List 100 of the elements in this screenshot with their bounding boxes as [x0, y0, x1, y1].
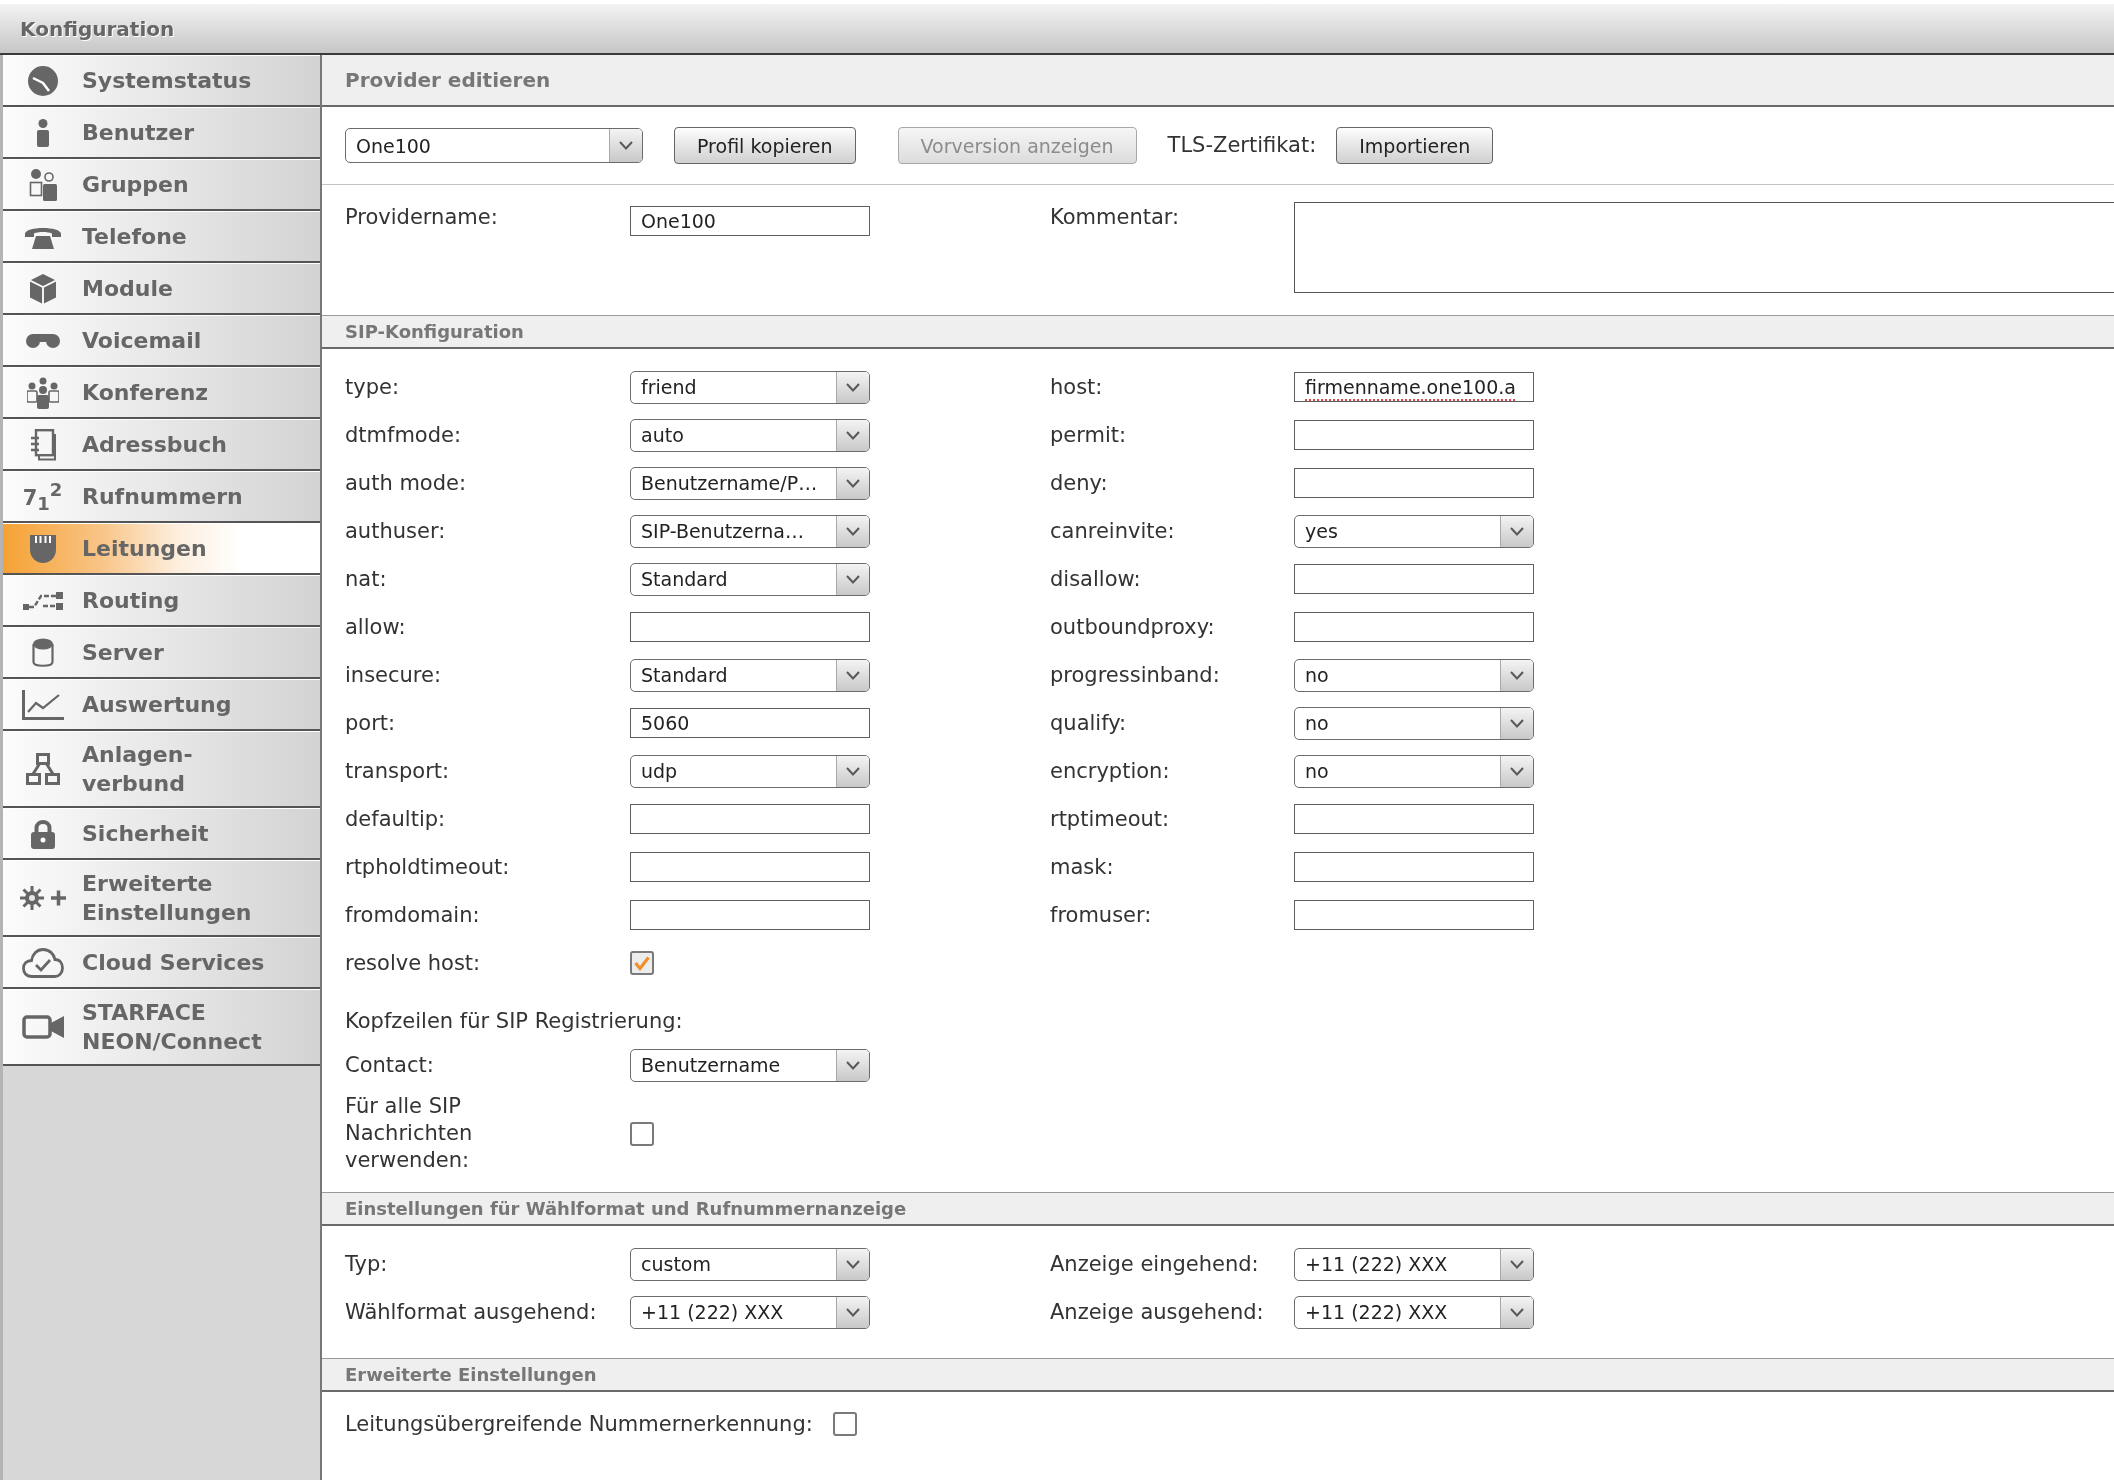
input-field[interactable]: [1294, 900, 1534, 930]
subheading: Kopfzeilen für SIP Registrierung:: [345, 1008, 684, 1035]
input-field[interactable]: [630, 612, 870, 642]
field-label: progressinband:: [1050, 661, 1220, 689]
person-icon: [35, 118, 50, 147]
input-field[interactable]: [1294, 804, 1534, 834]
field-label: Anzeige eingehend:: [1050, 1250, 1259, 1278]
field-label: TLS-Zertifikat:: [1167, 132, 1317, 159]
sidebar-item[interactable]: Adressbuch: [3, 419, 320, 471]
dropdown[interactable]: auto: [630, 418, 870, 452]
sidebar-item[interactable]: Auswertung: [3, 679, 320, 731]
network-tree-icon: [25, 753, 60, 785]
comment-field[interactable]: [1294, 202, 2114, 293]
sidebar-item[interactable]: Leitungen: [3, 523, 320, 575]
dropdown[interactable]: Benutzername: [630, 1048, 870, 1082]
field-label: auth mode:: [345, 469, 467, 497]
checkbox[interactable]: [832, 1412, 857, 1436]
field-label: Für alle SIP Nachrichten verwenden:: [345, 1093, 474, 1174]
input-field[interactable]: One100: [630, 206, 870, 236]
dropdown[interactable]: Standard: [630, 562, 870, 596]
field-label: insecure:: [345, 661, 442, 689]
sidebar-item[interactable]: Server: [3, 627, 320, 679]
field-label: defaultip:: [345, 805, 446, 833]
dropdown[interactable]: +11 (222) XXX: [630, 1295, 870, 1329]
chevron-down-icon: [846, 670, 860, 680]
field-label: Leitungsübergreifende Nummernerkennung:: [345, 1410, 813, 1438]
dropdown[interactable]: no: [1294, 706, 1534, 740]
field-label: permit:: [1050, 421, 1127, 449]
sidebar-item[interactable]: Systemstatus: [3, 55, 320, 107]
dropdown[interactable]: Standard: [630, 658, 870, 692]
toolbar-button[interactable]: Importieren: [1336, 127, 1494, 164]
input-field[interactable]: [1294, 564, 1534, 594]
checkbox[interactable]: [630, 1121, 654, 1146]
dropdown[interactable]: Benutzername/P…: [630, 466, 870, 500]
sidebar-item[interactable]: STARFACE NEON/Connect: [3, 989, 320, 1066]
chevron-down-icon: [846, 766, 860, 776]
line-chart-icon: [21, 689, 64, 720]
field-label: Wählformat ausgehend:: [345, 1298, 597, 1326]
cloud-check-icon: [21, 947, 64, 978]
dropdown[interactable]: custom: [630, 1247, 870, 1281]
field-label: encryption:: [1050, 757, 1170, 785]
field-label: canreinvite:: [1050, 517, 1175, 545]
field-label: outboundproxy:: [1050, 613, 1215, 641]
sidebar-item[interactable]: Telefone: [3, 211, 320, 263]
chevron-down-icon: [846, 574, 860, 584]
sidebar-item[interactable]: Benutzer: [3, 107, 320, 159]
dropdown[interactable]: One100: [345, 128, 643, 163]
field-label: type:: [345, 373, 399, 401]
chevron-down-icon: [846, 430, 860, 440]
dropdown[interactable]: no: [1294, 658, 1534, 692]
gear-plus-icon: [18, 884, 67, 912]
sidebar-item[interactable]: Routing: [3, 575, 320, 627]
input-field[interactable]: [630, 804, 870, 834]
input-field[interactable]: [630, 852, 870, 882]
dropdown[interactable]: friend: [630, 370, 870, 404]
lock-icon: [29, 818, 56, 849]
sidebar-item[interactable]: Sicherheit: [3, 808, 320, 860]
chevron-down-icon: [846, 526, 860, 536]
field-label: rtptimeout:: [1050, 805, 1170, 833]
chevron-down-icon: [619, 141, 633, 150]
dropdown[interactable]: +11 (222) XXX: [1294, 1247, 1534, 1281]
toolbar-button[interactable]: Profil kopieren: [674, 127, 856, 164]
input-field[interactable]: [1294, 420, 1534, 450]
checkmark-icon: [634, 955, 650, 971]
sidebar-item[interactable]: Module: [3, 263, 320, 315]
field-label: authuser:: [345, 517, 446, 545]
sidebar-item[interactable]: Cloud Services: [3, 937, 320, 989]
sidebar-item[interactable]: Voicemail: [3, 315, 320, 367]
input-field[interactable]: 5060: [630, 708, 870, 738]
field-label: nat:: [345, 565, 387, 593]
input-field[interactable]: firmenname.one100.a: [1294, 372, 1534, 402]
field-label: Providername:: [345, 204, 498, 231]
section-header: Einstellungen für Wählformat und Rufnummernanzeige: [322, 1192, 2114, 1226]
dropdown[interactable]: yes: [1294, 514, 1534, 548]
checkbox[interactable]: [630, 951, 654, 975]
dropdown[interactable]: udp: [630, 754, 870, 788]
field-label: allow:: [345, 613, 406, 641]
chevron-down-icon: [1510, 1307, 1524, 1317]
sidebar-item[interactable]: Anlagen- verbund: [3, 731, 320, 808]
input-field[interactable]: [1294, 468, 1534, 498]
cube-icon: [29, 273, 56, 304]
sidebar-item[interactable]: Erweiterte Einstellungen: [3, 860, 320, 937]
dropdown[interactable]: no: [1294, 754, 1534, 788]
field-label: disallow:: [1050, 565, 1141, 593]
field-label: host:: [1050, 373, 1103, 401]
field-label: deny:: [1050, 469, 1108, 497]
dropdown[interactable]: SIP-Benutzerna…: [630, 514, 870, 548]
sidebar-item[interactable]: Konferenz: [3, 367, 320, 419]
input-field[interactable]: [1294, 612, 1534, 642]
input-field[interactable]: [630, 900, 870, 930]
sidebar-item[interactable]: Gruppen: [3, 159, 320, 211]
field-label: resolve host:: [345, 949, 481, 977]
field-label: Contact:: [345, 1051, 434, 1079]
page-header: Provider editieren: [322, 55, 2114, 107]
dropdown[interactable]: +11 (222) XXX: [1294, 1295, 1534, 1329]
route-icon: [22, 590, 63, 611]
input-field[interactable]: [1294, 852, 1534, 882]
voicemail-icon: [25, 333, 60, 348]
sidebar-item[interactable]: 7$_{1}$$^{2}$ Rufnummern: [3, 471, 320, 523]
video-camera-icon: [21, 1015, 64, 1039]
